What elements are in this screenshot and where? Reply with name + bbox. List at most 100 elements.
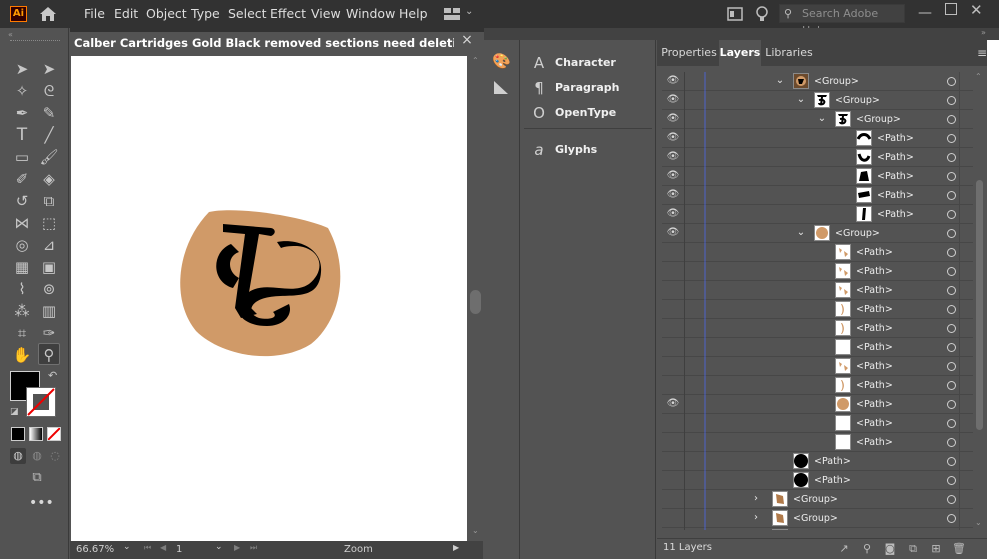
gradient-tool-icon[interactable]: ▣ (38, 256, 60, 278)
layer-name[interactable]: <Path> (877, 189, 914, 203)
workspace-switcher-icon[interactable] (443, 7, 461, 21)
zoom-tool-icon[interactable]: ⚲ (38, 343, 60, 365)
layer-name[interactable]: <Path> (856, 322, 893, 336)
layer-name[interactable]: <Path> (877, 208, 914, 222)
selection-column[interactable] (959, 167, 973, 186)
layer-row[interactable]: <Path> (662, 300, 973, 319)
artwork-logo[interactable] (71, 56, 467, 541)
lock-toggle[interactable] (684, 110, 702, 129)
selection-tool-icon[interactable]: ➤ (11, 58, 33, 80)
target-circle-icon[interactable] (947, 400, 956, 409)
create-sublayer-icon[interactable]: ⧉ (906, 542, 920, 556)
target-circle-icon[interactable] (947, 248, 956, 257)
layer-row[interactable]: <Path> (662, 262, 973, 281)
layer-name[interactable]: <Path> (856, 246, 893, 260)
visibility-eye-icon[interactable]: 👁 (666, 132, 680, 144)
lock-toggle[interactable] (684, 357, 702, 376)
selection-column[interactable] (959, 338, 973, 357)
lock-toggle[interactable] (684, 319, 702, 338)
layer-name[interactable]: <Path> (814, 455, 851, 469)
layer-row[interactable]: 👁 ⌄ <Group> (662, 110, 973, 129)
layer-name[interactable]: <Path> (856, 284, 893, 298)
lock-toggle[interactable] (684, 91, 702, 110)
glyphs-panel-item[interactable]: a Glyphs (520, 137, 656, 163)
status-menu-icon[interactable]: ▶ (453, 543, 459, 552)
artboard[interactable] (71, 56, 467, 541)
visibility-eye-icon[interactable] (666, 265, 680, 277)
menu-file[interactable]: File (84, 0, 105, 28)
symbol-sprayer-tool-icon[interactable]: ⁂ (11, 300, 33, 322)
hand-tool-icon[interactable]: ✋ (11, 344, 33, 366)
lightbulb-icon[interactable] (755, 5, 769, 23)
selection-column[interactable] (959, 110, 973, 129)
none-mode-icon[interactable] (47, 427, 61, 441)
tab-layers[interactable]: Layers (719, 40, 761, 66)
chevron-right-icon[interactable]: › (750, 511, 762, 525)
selection-column[interactable] (959, 395, 973, 414)
rectangle-tool-icon[interactable]: ▭ (11, 146, 33, 168)
layer-name[interactable]: <Path> (856, 341, 893, 355)
selection-column[interactable] (959, 243, 973, 262)
direct-selection-tool-icon[interactable]: ➤ (38, 58, 60, 80)
layer-name[interactable]: <Path> (877, 170, 914, 184)
home-icon[interactable] (38, 5, 58, 23)
selection-column[interactable] (959, 433, 973, 452)
lock-toggle[interactable] (684, 452, 702, 471)
magic-wand-tool-icon[interactable]: ✧ (11, 80, 33, 102)
target-circle-icon[interactable] (947, 115, 956, 124)
layer-name[interactable]: <Path> (877, 132, 914, 146)
layer-name[interactable]: <Path> (856, 398, 893, 412)
layer-row[interactable]: 👁 <Path> (662, 167, 973, 186)
layers-scroll-down-icon[interactable]: ⌄ (975, 518, 982, 527)
perspective-grid-tool-icon[interactable]: ⊿ (38, 234, 60, 256)
layer-row[interactable]: 👁 <Path> (662, 129, 973, 148)
chevron-right-icon[interactable]: › (750, 492, 762, 506)
layer-row[interactable]: <Path> (662, 338, 973, 357)
rotate-tool-icon[interactable]: ↺ (11, 190, 33, 212)
make-clipping-mask-icon[interactable]: ◙ (883, 542, 897, 556)
tab-libraries[interactable]: Libraries (762, 40, 816, 66)
locate-object-icon[interactable]: ⚲ (860, 542, 874, 556)
menu-object[interactable]: Object (146, 0, 187, 28)
selection-column[interactable] (959, 509, 973, 528)
target-circle-icon[interactable] (947, 476, 956, 485)
selection-column[interactable] (959, 452, 973, 471)
lock-toggle[interactable] (684, 338, 702, 357)
target-circle-icon[interactable] (947, 362, 956, 371)
lock-toggle[interactable] (684, 186, 702, 205)
target-circle-icon[interactable] (947, 457, 956, 466)
pen-tool-icon[interactable]: ✒ (11, 102, 33, 124)
selection-column[interactable] (959, 357, 973, 376)
lock-toggle[interactable] (684, 243, 702, 262)
selection-column[interactable] (959, 300, 973, 319)
visibility-eye-icon[interactable] (666, 512, 680, 524)
document-tab[interactable]: Calber Cartridges Gold Black removed sec… (70, 28, 484, 56)
scroll-up-icon[interactable]: ⌃ (472, 56, 479, 65)
gradient-panel-icon[interactable] (492, 78, 510, 96)
layer-row[interactable]: <Path> (662, 376, 973, 395)
selection-column[interactable] (959, 376, 973, 395)
selection-column[interactable] (959, 281, 973, 300)
chevron-down-icon[interactable]: ⌄ (465, 6, 475, 20)
lock-toggle[interactable] (684, 72, 702, 91)
artboard-dropdown-icon[interactable]: ⌄ (215, 542, 223, 552)
tab-properties[interactable]: Properties (660, 40, 718, 66)
layer-row[interactable]: › <Group> (662, 490, 973, 509)
lock-toggle[interactable] (684, 281, 702, 300)
draw-inside-icon[interactable]: ◌ (47, 448, 63, 464)
target-circle-icon[interactable] (947, 134, 956, 143)
visibility-eye-icon[interactable]: 👁 (666, 151, 680, 163)
target-circle-icon[interactable] (947, 438, 956, 447)
visibility-eye-icon[interactable] (666, 360, 680, 372)
layer-name[interactable]: <Path> (877, 151, 914, 165)
previous-artboard-icon[interactable]: ◀ (160, 543, 166, 552)
layer-row[interactable]: <Path> (662, 471, 973, 490)
canvas-vertical-scrollbar[interactable]: ⌃ ⌄ (467, 56, 484, 541)
menu-effect[interactable]: Effect (270, 0, 306, 28)
visibility-eye-icon[interactable] (666, 322, 680, 334)
canvas-scroll-thumb[interactable] (470, 290, 481, 314)
slice-tool-icon[interactable]: ✑ (38, 322, 60, 344)
target-circle-icon[interactable] (947, 286, 956, 295)
maximize-icon[interactable] (945, 3, 957, 15)
layers-scroll-thumb[interactable] (976, 180, 983, 430)
